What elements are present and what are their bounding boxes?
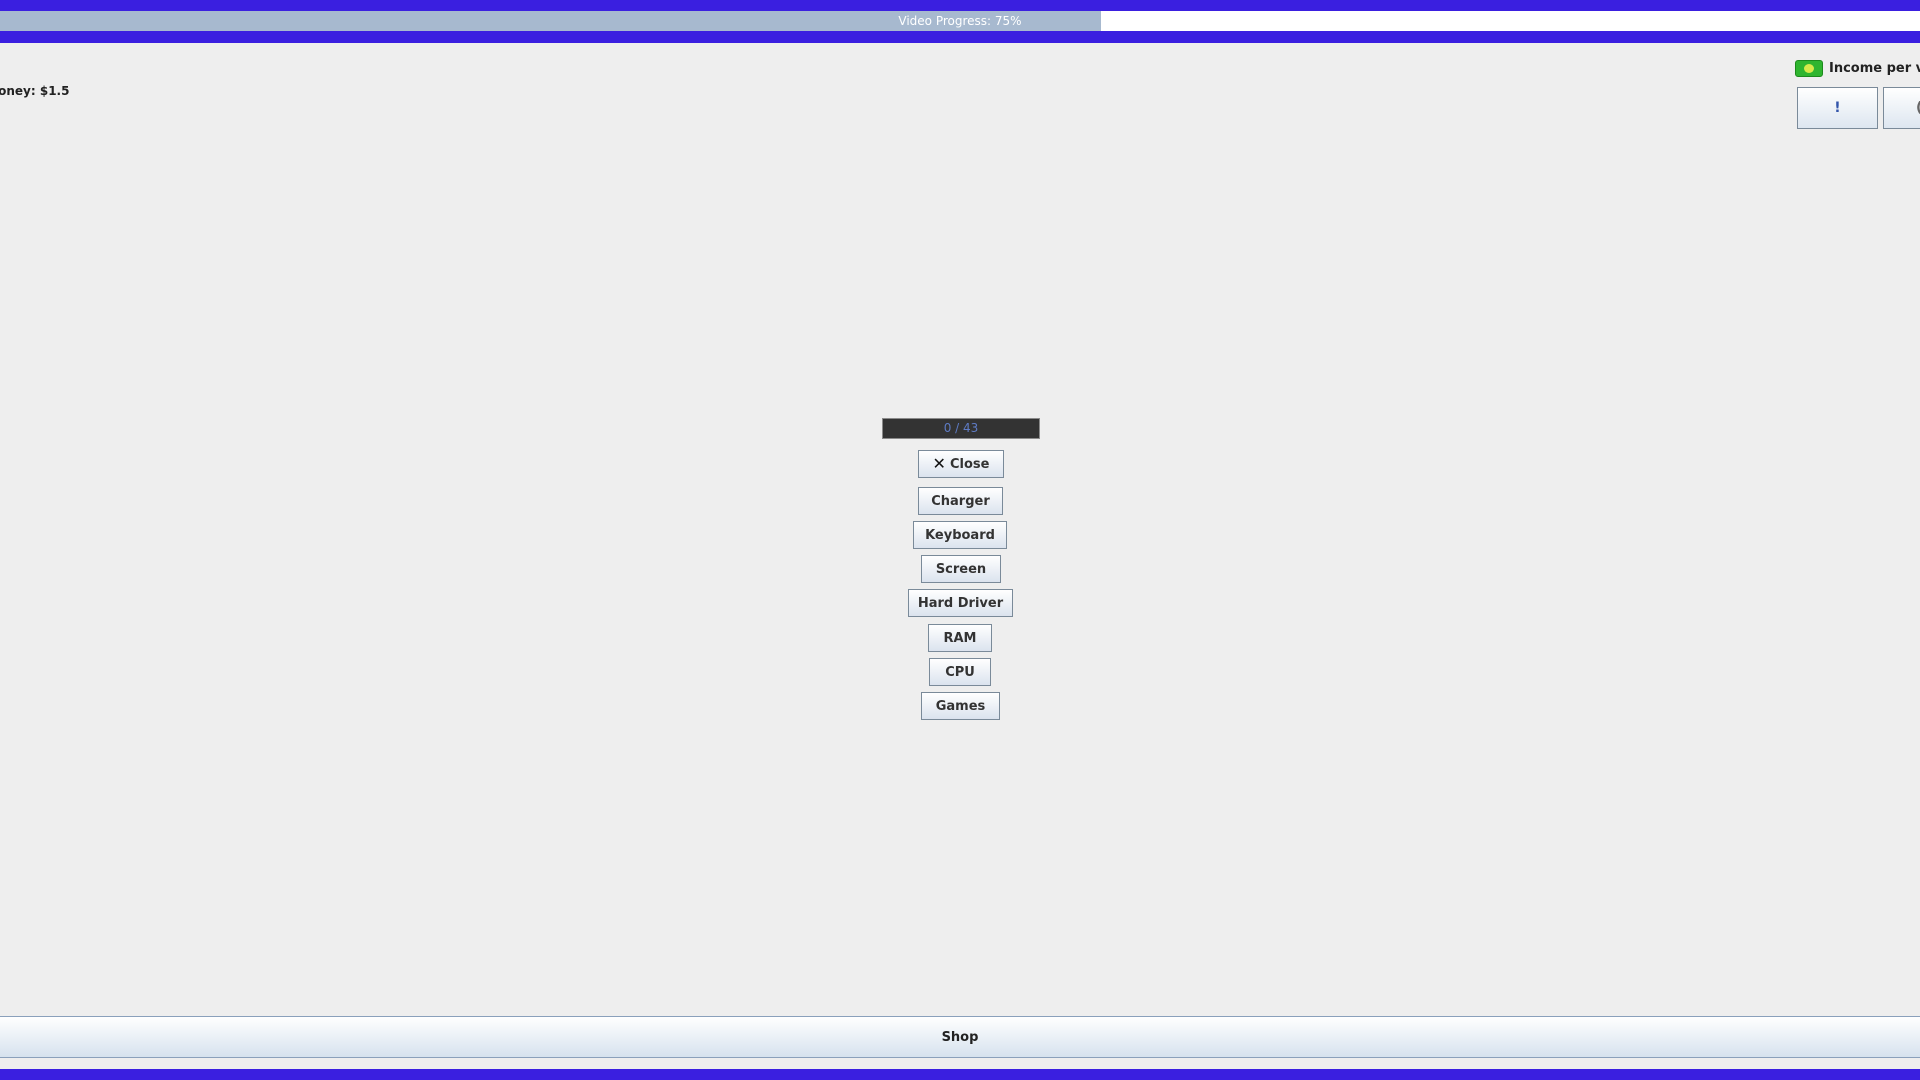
games-button[interactable]: Games [921, 692, 1000, 720]
hard-driver-button[interactable]: Hard Driver [908, 589, 1013, 617]
income-label: Income per vid [1829, 60, 1920, 76]
charger-button[interactable]: Charger [918, 487, 1003, 515]
game-window: Video Progress: 75% loney: $1.5 Income p… [0, 0, 1920, 1080]
keyboard-button[interactable]: Keyboard [913, 521, 1007, 549]
video-progress-label: Video Progress: 75% [898, 14, 1022, 28]
close-icon: ✕ [932, 454, 946, 473]
info-icon: ! [1834, 100, 1841, 116]
shop-button[interactable]: Shop [0, 1016, 1920, 1058]
screen-button[interactable]: Screen [921, 555, 1001, 583]
second-button-icon: ( [1916, 100, 1920, 116]
close-label: Close [949, 456, 990, 472]
income-per-video: Income per vid [1795, 58, 1920, 78]
cpu-button[interactable]: CPU [929, 658, 991, 686]
money-label: loney: $1.5 [0, 84, 70, 98]
second-top-button[interactable]: ( [1883, 87, 1920, 129]
bottom-stripe [0, 1069, 1920, 1080]
money-bill-icon [1795, 59, 1823, 77]
close-button[interactable]: ✕ Close [918, 450, 1004, 478]
shop-label: Shop [941, 1029, 979, 1045]
top-stripe [0, 0, 1920, 11]
header-stripe [0, 31, 1920, 43]
ram-button[interactable]: RAM [928, 624, 992, 652]
item-counter: 0 / 43 [882, 418, 1040, 439]
video-progress-bar: Video Progress: 75% [0, 11, 1920, 31]
info-button[interactable]: ! [1797, 87, 1878, 129]
